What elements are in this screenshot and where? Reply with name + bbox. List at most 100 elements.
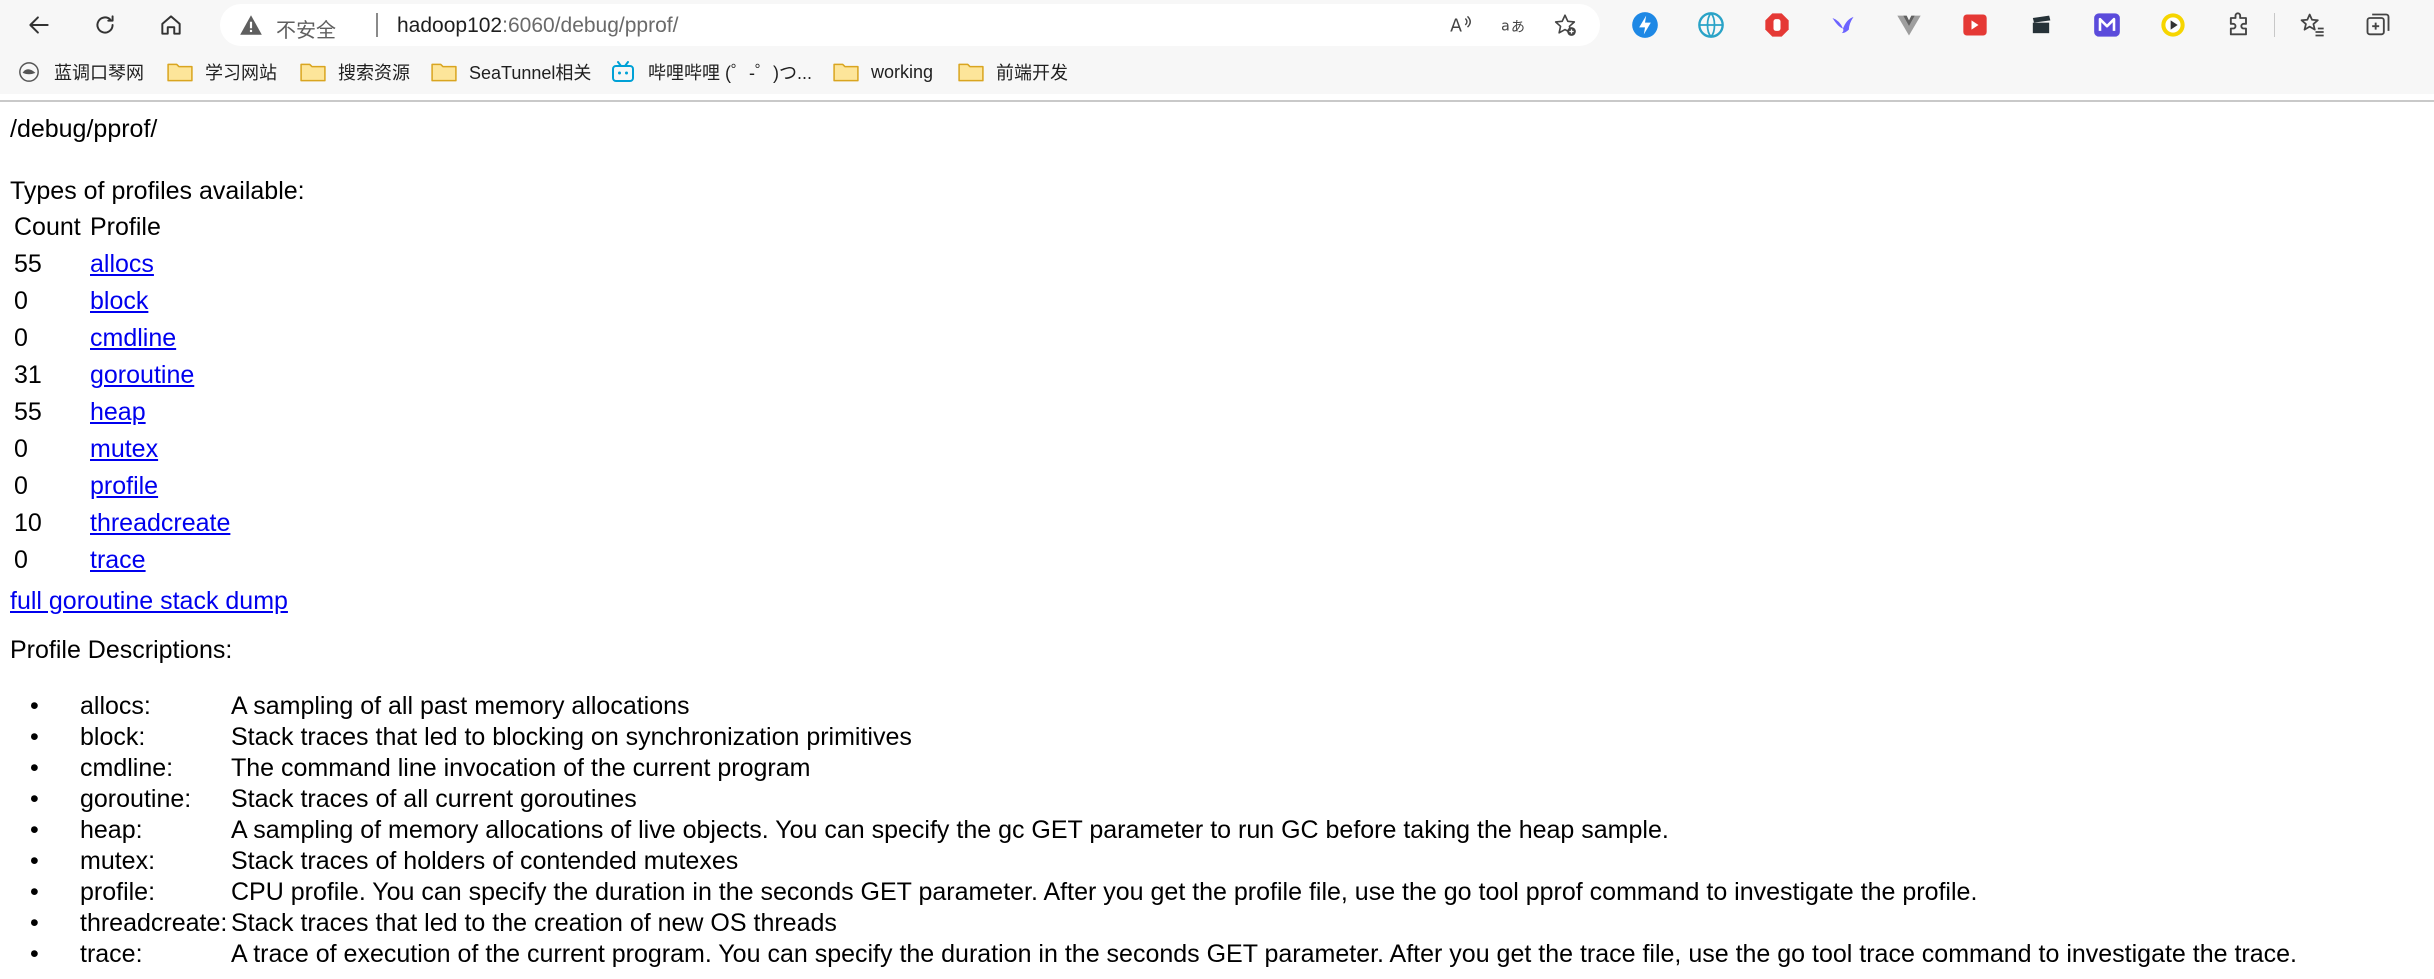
profile-description: A trace of execution of the current prog… [231,940,2298,968]
table-row: 0 profile [14,474,414,504]
profile-name: cmdline: [80,754,174,782]
profile-column-header: Profile [90,213,161,241]
address-bar[interactable]: 不安全 hadoop102:6060/debug/pprof/ A aあ [220,4,1600,46]
full-goroutine-dump-link[interactable]: full goroutine stack dump [10,589,288,614]
profile-count: 0 [14,546,28,574]
profile-count: 31 [14,361,42,389]
bookmark-folder[interactable]: 前端开发 [958,59,1068,85]
profile-count: 0 [14,324,28,352]
vue-extension-icon[interactable] [1894,10,1924,40]
back-button[interactable] [20,6,58,44]
profile-count: 0 [14,287,28,315]
profile-description: A sampling of all past memory allocation… [231,692,690,720]
descriptions-heading: Profile Descriptions: [10,636,233,664]
profile-link-allocs[interactable]: allocs [90,252,154,277]
browser-toolbar: 不安全 hadoop102:6060/debug/pprof/ A aあ [0,0,2434,50]
profile-name: trace: [80,940,143,968]
table-row: 55 allocs [14,252,414,282]
folder-icon [833,63,859,82]
profile-description: Stack traces of all current goroutines [231,785,637,813]
arrow-left-icon [29,16,49,34]
folder-icon [167,63,193,82]
profile-description: Stack traces that led to the creation of… [231,909,837,937]
bookmark-folder[interactable]: working [833,59,933,85]
bullet: • [30,692,39,720]
profile-description: The command line invocation of the curre… [231,754,811,782]
bookmark-label: working [871,61,934,82]
bookmark-item[interactable]: 蓝调口琴网 [16,59,144,85]
bullet: • [30,847,39,875]
warning-icon[interactable] [238,12,264,38]
profile-name: heap: [80,816,143,844]
profile-name: goroutine: [80,785,192,813]
folder-icon [958,63,984,82]
profile-description: A sampling of memory allocations of live… [231,816,1669,844]
clapper-extension-icon[interactable] [2026,10,2056,40]
refresh-button[interactable] [86,6,124,44]
bookmarks-bar: 蓝调口琴网 学习网站 搜索资源 SeaTunnel相关 哔哩哔哩 (゜-゜)つ.… [0,50,2434,94]
table-row: 55 heap [14,400,414,430]
bookmark-folder[interactable]: SeaTunnel相关 [431,59,591,85]
bookmark-label: SeaTunnel相关 [469,63,592,83]
types-heading: Types of profiles available: [10,177,305,205]
profile-description: Stack traces of holders of contended mut… [231,847,739,875]
profiles-table-header: Count Profile [14,215,161,240]
profile-name: allocs: [80,692,151,720]
profile-name: mutex: [80,847,156,875]
address-separator [376,13,378,37]
add-favorite-icon[interactable] [1550,10,1580,40]
bookmark-label: 学习网站 [205,63,277,83]
profile-link-threadcreate[interactable]: threadcreate [90,511,230,536]
translate-icon[interactable]: aあ [1498,10,1528,40]
site-logo-icon [19,62,39,82]
bilibili-icon [612,61,634,82]
profile-link-trace[interactable]: trace [90,548,146,573]
bullet: • [30,940,39,968]
folder-icon [431,63,457,82]
security-label[interactable]: 不安全 [276,14,336,43]
collections-icon[interactable] [2363,10,2393,40]
toolbar-separator [2274,13,2275,37]
url-host: hadoop102 [397,14,503,37]
profile-link-block[interactable]: block [90,289,148,314]
profile-name: threadcreate: [80,909,228,937]
bookmark-label: 搜索资源 [338,63,410,83]
read-aloud-icon[interactable]: A [1446,10,1476,40]
profile-name: profile: [80,878,156,906]
home-button[interactable] [152,6,190,44]
profile-link-profile[interactable]: profile [90,474,158,499]
bookmark-label: 前端开发 [996,63,1068,83]
svg-text:あ: あ [1511,20,1525,36]
table-row: 0 trace [14,548,414,578]
profile-name: block: [80,723,146,751]
favorites-icon[interactable] [2297,10,2327,40]
bullet: • [30,909,39,937]
url-text[interactable]: hadoop102:6060/debug/pprof/ [397,14,678,38]
profile-link-mutex[interactable]: mutex [90,437,158,462]
play-extension-icon[interactable] [2158,10,2188,40]
bookmark-folder[interactable]: 学习网站 [167,59,277,85]
bird-extension-icon[interactable] [1828,10,1858,40]
profile-link-heap[interactable]: heap [90,400,146,425]
bullet: • [30,754,39,782]
profile-link-goroutine[interactable]: goroutine [90,363,194,388]
profile-description: CPU profile. You can specify the duratio… [231,878,1978,906]
page-title: /debug/pprof/ [10,115,158,143]
table-row: 0 mutex [14,437,414,467]
bookmark-folder[interactable]: 搜索资源 [300,59,410,85]
lightning-extension-icon[interactable] [1630,10,1660,40]
extensions-puzzle-icon[interactable] [2224,10,2254,40]
bullet: • [30,878,39,906]
m-extension-icon[interactable] [2092,10,2122,40]
home-icon [161,15,181,35]
profile-count: 0 [14,435,28,463]
bookmark-label: 蓝调口琴网 [54,63,144,83]
video-extension-icon[interactable] [1960,10,1990,40]
adblock-extension-icon[interactable] [1762,10,1792,40]
profile-link-cmdline[interactable]: cmdline [90,326,176,351]
globe-extension-icon[interactable] [1696,10,1726,40]
chrome-divider [0,100,2434,102]
bookmark-item[interactable]: 哔哩哔哩 (゜-゜)つ... [610,59,812,85]
table-row: 0 block [14,289,414,319]
url-path: :6060/debug/pprof/ [502,14,679,37]
